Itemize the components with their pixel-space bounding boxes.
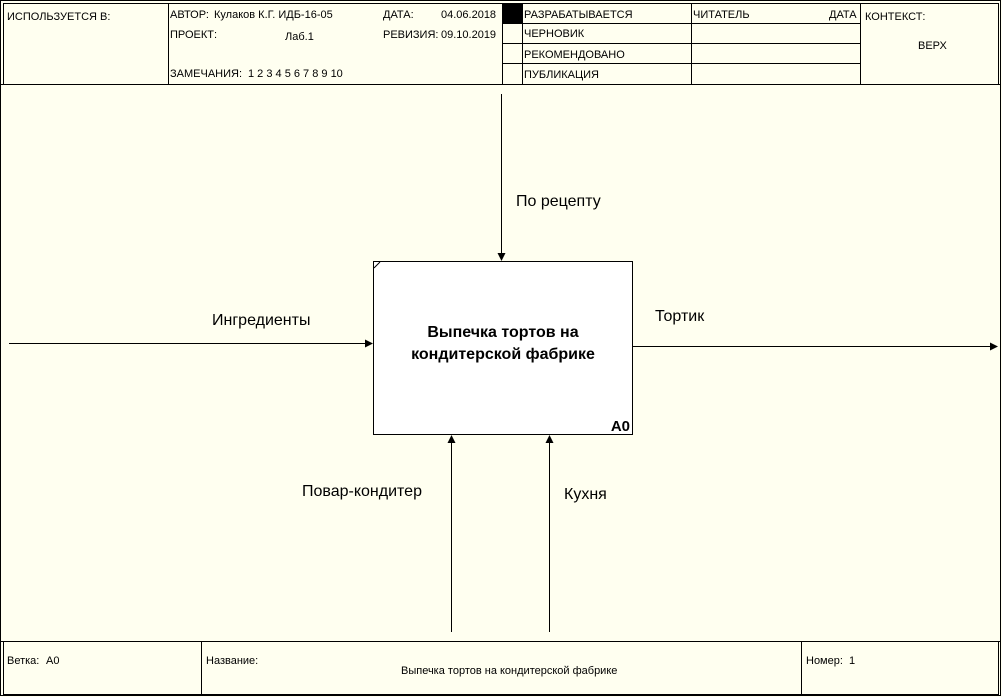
footer-title-value: Выпечка тортов на кондитерской фабрике xyxy=(401,665,618,677)
activity-node-number: A0 xyxy=(610,418,630,435)
activity-box[interactable]: Выпечка тортов на кондитерской фабрике A… xyxy=(373,261,633,435)
box-corner-mark xyxy=(374,262,381,269)
date-value: 04.06.2018 xyxy=(441,9,497,21)
footer-number-value: 1 xyxy=(849,655,856,667)
status-draft: ЧЕРНОВИК xyxy=(524,28,585,40)
status-marker xyxy=(503,4,522,23)
activity-title: Выпечка тортов на кондитерской фабрике xyxy=(411,324,595,363)
status-recommended: РЕКОМЕНДОВАНО xyxy=(524,49,625,61)
mechanism-arrow-cook[interactable] xyxy=(447,435,456,632)
footer-node-label: Ветка: xyxy=(7,655,40,667)
context-label: КОНТЕКСТ: xyxy=(865,11,926,23)
reader-date-label: ДАТА xyxy=(829,9,857,21)
author-label: АВТОР: xyxy=(170,9,209,21)
footer-title-label: Название: xyxy=(206,655,259,667)
reader-label: ЧИТАТЕЛЬ xyxy=(693,9,750,21)
context-value: ВЕРХ xyxy=(918,40,947,52)
mechanism-label-kitchen[interactable]: Кухня xyxy=(564,486,607,504)
output-arrow[interactable] xyxy=(633,342,998,351)
mechanism-label-cook[interactable]: Повар-кондитер xyxy=(302,483,422,501)
revision-label: РЕВИЗИЯ: xyxy=(383,29,439,41)
footer-number-label: Номер: xyxy=(806,655,843,667)
input-arrow[interactable] xyxy=(9,339,373,348)
project-label: ПРОЕКТ: xyxy=(170,29,218,41)
input-label[interactable]: Ингредиенты xyxy=(212,312,310,330)
control-label[interactable]: По рецепту xyxy=(516,193,601,211)
notes-label: ЗАМЕЧАНИЯ: xyxy=(170,68,242,80)
status-working: РАЗРАБАТЫВАЕТСЯ xyxy=(524,9,633,21)
project-value: Лаб.1 xyxy=(285,31,314,43)
output-label[interactable]: Тортик xyxy=(655,308,704,326)
used-at-label: ИСПОЛЬЗУЕТСЯ В: xyxy=(7,11,111,23)
date-label: ДАТА: xyxy=(383,9,414,21)
mechanism-arrow-kitchen[interactable] xyxy=(545,435,554,632)
status-publication: ПУБЛИКАЦИЯ xyxy=(524,69,599,81)
notes-value: 1 2 3 4 5 6 7 8 9 10 xyxy=(248,68,343,80)
author-value: Кулаков К.Г. ИДБ-16-05 xyxy=(214,9,333,21)
control-arrow[interactable] xyxy=(497,94,506,261)
footer-node-value: A0 xyxy=(46,655,60,667)
revision-value: 09.10.2019 xyxy=(441,29,497,41)
